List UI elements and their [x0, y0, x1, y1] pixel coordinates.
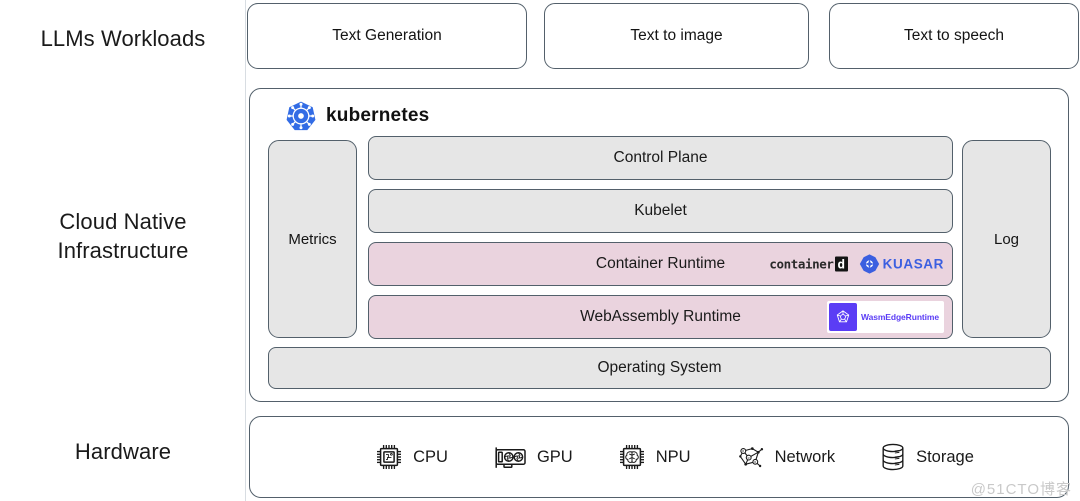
operating-system-label: Operating System: [597, 359, 722, 376]
kubernetes-helm-wheel-icon: [286, 101, 316, 131]
database-cylinder-icon: [882, 443, 904, 471]
stack-row-webassembly-runtime[interactable]: WebAssembly Runtime WasmEdgeRuntime: [368, 295, 953, 339]
kubernetes-container: kubernetes Metrics Log Control Plane Kub…: [249, 88, 1069, 402]
stack-row-label: Control Plane: [613, 149, 708, 166]
wasmedge-logo: WasmEdgeRuntime: [826, 301, 944, 333]
stack-row-label: Container Runtime: [595, 255, 726, 272]
hardware-box: CPU GPU NPU R R R Network Storage: [249, 416, 1069, 498]
wasmedge-wordmark: WasmEdgeRuntime: [860, 312, 939, 322]
layer-label-column: LLMs Workloads Cloud Native Infrastructur…: [0, 0, 246, 501]
metrics-label: Metrics: [288, 230, 337, 248]
layer-label-hardware: Hardware: [74, 439, 172, 464]
workload-box-text-to-speech[interactable]: Text to speech: [829, 3, 1079, 69]
hardware-label: CPU: [413, 447, 448, 466]
kuasar-wordmark: KUASAR: [882, 256, 944, 272]
hardware-item-storage[interactable]: Storage: [879, 442, 974, 472]
hardware-item-gpu[interactable]: GPU: [492, 442, 573, 472]
layer-label-cloud-native-infrastructure: Cloud Native Infrastructure: [57, 209, 189, 264]
containerd-boxed-d: d: [834, 256, 848, 272]
kubernetes-header: kubernetes: [286, 101, 429, 131]
container-runtime-logos: container d KUASAR: [769, 254, 944, 275]
watermark: @51CTO博客: [970, 481, 1072, 498]
metrics-box[interactable]: Metrics: [268, 140, 357, 338]
network-nodes-icon: R R R: [738, 447, 763, 468]
wasmedge-pentagon-icon: [828, 303, 857, 331]
kuasar-logo: KUASAR: [859, 254, 944, 275]
hardware-item-network[interactable]: R R R Network: [735, 442, 836, 472]
gpu-card-icon: [495, 447, 526, 468]
hardware-label: Network: [774, 447, 836, 466]
stack-row-label: WebAssembly Runtime: [580, 308, 741, 325]
containerd-logo: container d: [769, 256, 848, 272]
operating-system-box[interactable]: Operating System: [268, 347, 1051, 389]
wasm-runtime-logos: WasmEdgeRuntime: [826, 301, 944, 333]
kuasar-star-icon: [859, 254, 879, 274]
stack-row-label: Kubelet: [634, 202, 687, 219]
kubernetes-title: kubernetes: [326, 105, 430, 126]
npu-brain-chip-icon: [619, 445, 644, 469]
hardware-label: GPU: [536, 447, 573, 466]
stack-row-kubelet[interactable]: Kubelet: [368, 189, 953, 233]
hardware-label: Storage: [916, 447, 974, 466]
workload-label: Text to image: [630, 27, 723, 44]
cpu-chip-icon: [377, 445, 402, 469]
workload-box-text-generation[interactable]: Text Generation: [247, 3, 527, 69]
log-label: Log: [993, 230, 1020, 248]
layer-label-llms-workloads: LLMs Workloads: [40, 26, 206, 51]
stack-row-control-plane[interactable]: Control Plane: [368, 136, 953, 180]
stack-row-container-runtime[interactable]: Container Runtime container d KUASAR: [368, 242, 953, 286]
containerd-wordmark: container: [769, 256, 834, 272]
diagram-canvas: LLMs Workloads Cloud Native Infrastructur…: [0, 0, 1080, 501]
hardware-item-cpu[interactable]: CPU: [374, 442, 448, 472]
log-box[interactable]: Log: [962, 140, 1051, 338]
hardware-label: NPU: [655, 447, 691, 466]
workload-box-text-to-image[interactable]: Text to image: [544, 3, 809, 69]
workload-label: Text Generation: [332, 27, 442, 44]
workload-label: Text to speech: [904, 27, 1004, 44]
hardware-item-npu[interactable]: NPU: [617, 442, 691, 472]
